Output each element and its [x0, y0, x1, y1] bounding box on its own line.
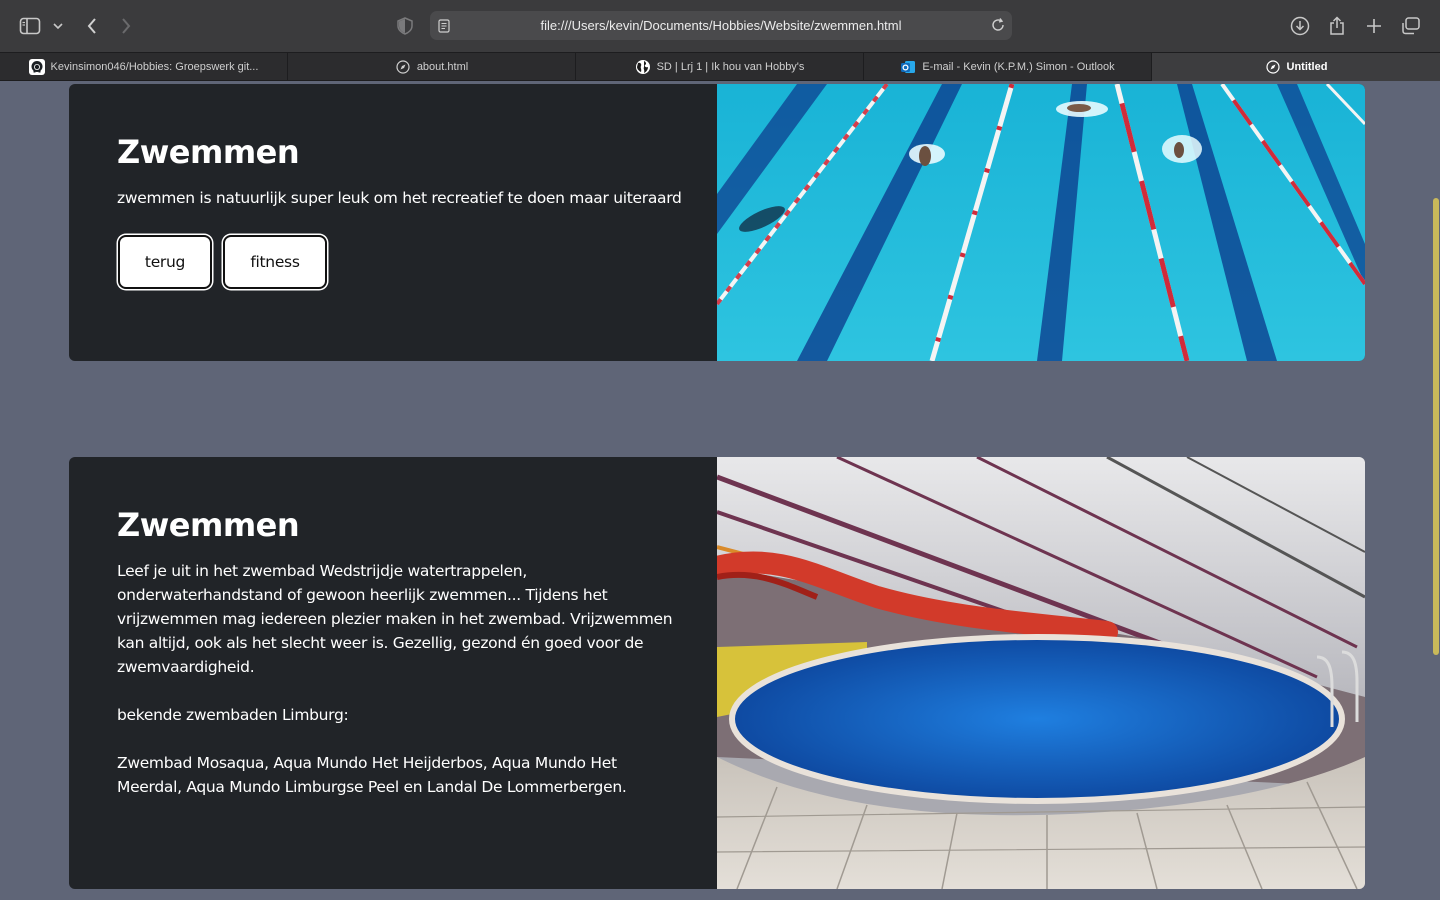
sidebar-toggle-icon[interactable] [17, 13, 43, 39]
outlook-icon [900, 59, 916, 75]
compass-icon [395, 59, 411, 75]
browser-toolbar: file:///Users/kevin/Documents/Hobbies/We… [0, 0, 1440, 52]
tab-label: about.html [416, 61, 469, 73]
swim-section-1: Zwemmen zwemmen is natuurlijk super leuk… [69, 84, 1365, 361]
pools-list: Zwembad Mosaqua, Aqua Mundo Het Heijderb… [117, 754, 627, 796]
reload-icon[interactable] [990, 17, 1006, 37]
download-icon[interactable] [1287, 13, 1313, 39]
scrollbar[interactable] [1433, 198, 1439, 655]
swim-section-2: Zwemmen Leef je uit in het zwembad Wedst… [69, 457, 1365, 889]
tab-overview-icon[interactable] [1398, 13, 1424, 39]
tab-label: E-mail - Kevin (K.P.M.) Simon - Outlook [922, 61, 1115, 73]
terug-button[interactable]: terug [118, 235, 212, 289]
forward-icon[interactable] [113, 13, 139, 39]
tab-github[interactable]: Kevinsimon046/Hobbies: Groepswerk git... [0, 53, 288, 81]
tab-label: Untitled [1286, 61, 1328, 73]
chevron-down-icon[interactable] [47, 13, 69, 39]
outdoor-pool-image [715, 84, 1365, 361]
tab-about[interactable]: about.html [288, 53, 576, 81]
tab-outlook[interactable]: E-mail - Kevin (K.P.M.) Simon - Outlook [864, 53, 1152, 81]
url-text[interactable]: file:///Users/kevin/Documents/Hobbies/We… [430, 11, 1012, 40]
compass-icon [1265, 59, 1281, 75]
tab-untitled[interactable]: Untitled [1152, 53, 1440, 81]
address-bar[interactable]: file:///Users/kevin/Documents/Hobbies/We… [430, 11, 1012, 40]
tab-sd[interactable]: SD | Lrj 1 | Ik hou van Hobby's [576, 53, 864, 81]
tab-bar: Kevinsimon046/Hobbies: Groepswerk git...… [0, 52, 1440, 81]
tab-label: Kevinsimon046/Hobbies: Groepswerk git... [50, 61, 259, 73]
section-title: Zwemmen [117, 506, 300, 544]
tab-label: SD | Lrj 1 | Ik hou van Hobby's [656, 61, 805, 73]
globe-icon [635, 59, 651, 75]
pools-subheading: bekende zwembaden Limburg: [117, 706, 349, 724]
new-tab-icon[interactable] [1361, 13, 1387, 39]
share-icon[interactable] [1324, 13, 1350, 39]
indoor-pool-image [706, 457, 1365, 889]
section-paragraph: Leef je uit in het zwembad Wedstrijdje w… [117, 562, 673, 676]
section-paragraph: zwemmen is natuurlijk super leuk om het … [117, 189, 682, 207]
fitness-button[interactable]: fitness [223, 235, 327, 289]
privacy-shield-icon[interactable] [392, 13, 418, 39]
section-title: Zwemmen [117, 133, 300, 171]
back-icon[interactable] [79, 13, 105, 39]
github-icon [28, 59, 45, 75]
